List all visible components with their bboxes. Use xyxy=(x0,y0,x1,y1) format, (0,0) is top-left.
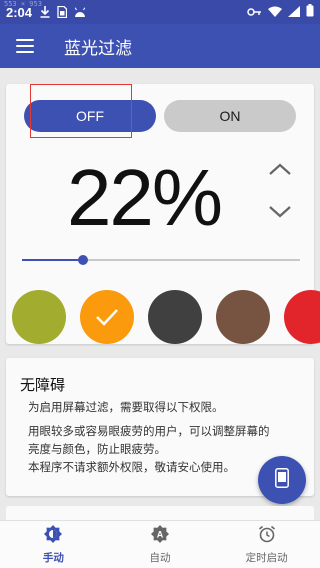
on-button-label: ON xyxy=(219,108,241,124)
nav-manual-label: 手动 xyxy=(42,551,64,564)
app-bar: 蓝光过滤 xyxy=(0,24,320,68)
android-icon xyxy=(74,7,86,18)
info-text-line: 本程序不请求额外权限，敬请安心使用。 xyxy=(28,460,235,474)
intensity-unit: % xyxy=(151,153,223,242)
debug-dimension-text: 553 × 953 xyxy=(4,0,42,8)
battery-icon xyxy=(306,4,314,20)
increase-chevron-up-icon[interactable] xyxy=(268,160,292,178)
sim-card-icon xyxy=(57,6,68,18)
status-bar: 2:04 xyxy=(0,0,320,24)
app-title: 蓝光过滤 xyxy=(64,38,132,59)
color-swatch[interactable] xyxy=(148,290,202,344)
hamburger-menu-icon[interactable] xyxy=(16,39,34,53)
nav-auto[interactable]: A 自动 xyxy=(107,521,214,568)
svg-text:A: A xyxy=(157,529,164,539)
nav-auto-label: 自动 xyxy=(149,551,171,564)
phone-icon xyxy=(275,468,289,492)
info-text-line: 用眼较多或容易眼疲劳的用户，可以调整屏幕的 xyxy=(28,424,270,438)
color-swatch[interactable] xyxy=(284,290,320,344)
info-text-line: 亮度与颜色，防止眼疲劳。 xyxy=(28,442,166,456)
nav-schedule[interactable]: 定时启动 xyxy=(213,521,320,568)
nav-manual[interactable]: 手动 xyxy=(0,521,107,568)
signal-icon xyxy=(288,5,300,20)
key-icon xyxy=(247,5,262,20)
on-button[interactable]: ON xyxy=(164,100,296,132)
intensity-slider-fill xyxy=(22,259,84,261)
color-swatch[interactable] xyxy=(80,290,134,344)
alarm-clock-icon xyxy=(258,525,276,547)
auto-brightness-icon: A xyxy=(151,524,169,547)
info-text-line: 为启用屏幕过滤，需要取得以下权限。 xyxy=(28,400,224,414)
wifi-icon xyxy=(268,5,282,20)
floating-action-button[interactable] xyxy=(258,456,306,504)
color-swatch[interactable] xyxy=(12,290,66,344)
nav-schedule-label: 定时启动 xyxy=(245,551,288,564)
brightness-icon xyxy=(44,524,63,547)
intensity-value: 22 xyxy=(66,153,154,242)
decrease-chevron-down-icon[interactable] xyxy=(268,203,292,221)
color-swatch[interactable] xyxy=(216,290,270,344)
info-card-title: 无障碍 xyxy=(20,376,66,394)
bottom-navigation: 手动 A 自动 定时启动 xyxy=(0,520,320,568)
annotation-highlight-box xyxy=(30,84,132,138)
checkmark-icon xyxy=(96,309,118,326)
color-swatch-row xyxy=(12,290,320,346)
